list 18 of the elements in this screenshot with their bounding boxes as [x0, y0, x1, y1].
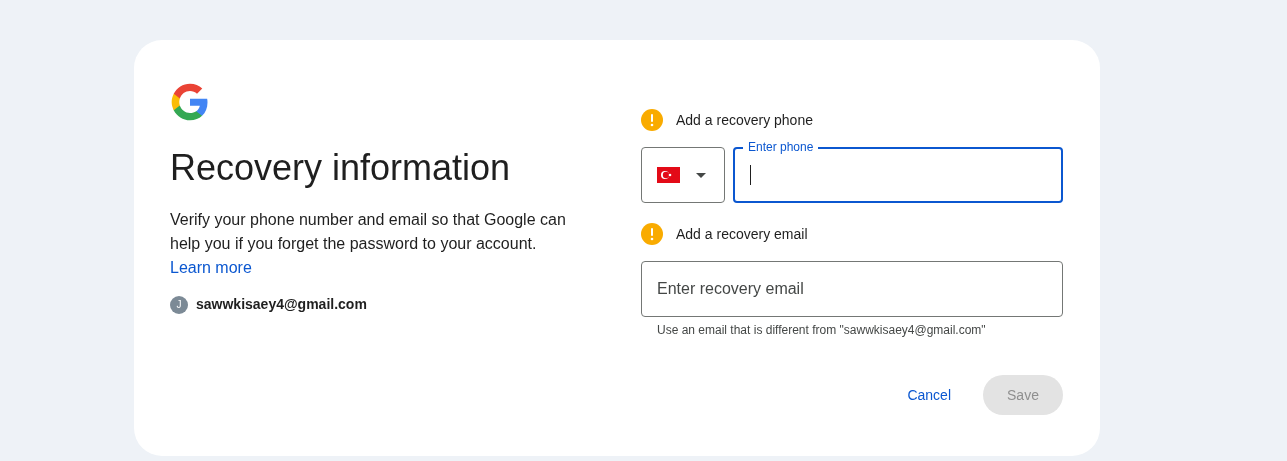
description: Verify your phone number and email so that Google can help you if you forget the password to your account.: [170, 210, 567, 254]
avatar-icon: J: [170, 295, 188, 314]
caret-icon: [696, 172, 706, 178]
account-email: sawwkisaey4@gmail.com: [196, 295, 367, 314]
flag-icon: [657, 167, 680, 183]
email-field[interactable]: Enter recovery email: [641, 261, 1063, 317]
learn-more-link[interactable]: Learn more: [170, 256, 252, 280]
section-heading: Add a recovery email: [676, 224, 808, 244]
section-heading: Add a recovery phone: [676, 110, 813, 130]
hint-text: Use an email that is different from "sawwkisaey4@gmail.com": [657, 322, 987, 339]
page-title: Recovery information: [170, 146, 512, 190]
warning-icon: [641, 109, 663, 131]
field-label: Enter phone: [743, 140, 819, 154]
country-select[interactable]: [641, 147, 725, 203]
warning-icon: [641, 223, 663, 245]
cancel-button[interactable]: Cancel: [899, 375, 959, 415]
text-cursor: [750, 165, 751, 185]
logo-icon: [170, 82, 210, 122]
